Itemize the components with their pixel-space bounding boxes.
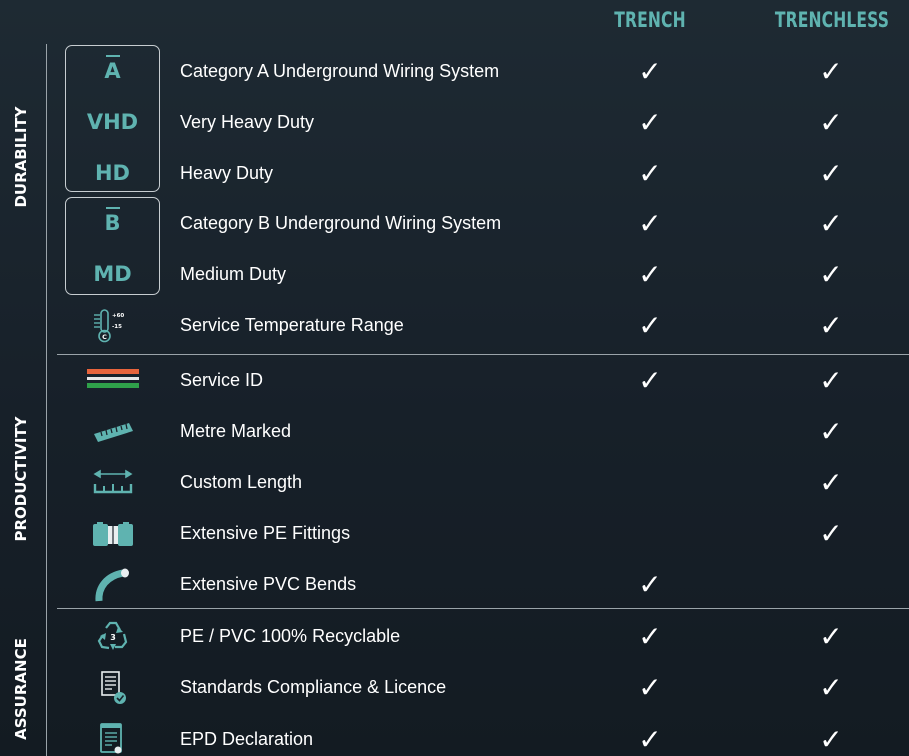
trenchless-check-icon: ✓ <box>819 207 843 240</box>
thermometer-icon: C +60 -15 <box>85 308 141 344</box>
row-label: Category B Underground Wiring System <box>180 213 502 233</box>
trench-check-icon: ✓ <box>638 258 662 291</box>
trench-check-icon: ✓ <box>638 568 662 601</box>
table-row: Service ID ✓ ✓ <box>0 355 909 406</box>
svg-text:3: 3 <box>110 633 116 642</box>
table-row: HD Heavy Duty ✓ ✓ <box>0 148 909 199</box>
duty-code-text: MD <box>93 262 132 286</box>
table-row: Custom Length ✓ <box>0 457 909 508</box>
recycle-icon: 3 <box>85 619 141 655</box>
row-label: Custom Length <box>180 472 303 492</box>
ruler-icon <box>85 414 141 450</box>
pvc-bend-icon <box>85 567 141 603</box>
service-id-stripes-icon <box>85 363 141 399</box>
trenchless-check-icon: ✓ <box>819 517 843 550</box>
table-row: C +60 -15 Service Temperature Range ✓ ✓ <box>0 300 909 351</box>
column-header-trenchless: TRENCHLESS <box>774 8 890 32</box>
duty-code-badge: B <box>65 198 160 249</box>
trench-check-icon: ✓ <box>638 207 662 240</box>
trench-check-icon: ✓ <box>638 671 662 704</box>
table-row: VHD Very Heavy Duty ✓ ✓ <box>0 97 909 148</box>
duty-code-badge: MD <box>65 249 160 300</box>
trenchless-check-icon: ✓ <box>819 671 843 704</box>
duty-code-text: HD <box>94 161 130 185</box>
row-label: Heavy Duty <box>180 163 274 183</box>
trenchless-check-icon: ✓ <box>819 723 843 756</box>
trench-check-icon: ✓ <box>638 620 662 653</box>
trench-check-icon: ✓ <box>638 364 662 397</box>
trenchless-check-icon: ✓ <box>819 415 843 448</box>
table-row: Standards Compliance & Licence ✓ ✓ <box>0 662 909 713</box>
trenchless-check-icon: ✓ <box>819 466 843 499</box>
table-row: Metre Marked ✓ <box>0 406 909 457</box>
duty-code-badge: A <box>65 46 160 97</box>
table-row: EPD Declaration ✓ ✓ <box>0 714 909 756</box>
pe-fitting-icon <box>85 516 141 552</box>
trench-check-icon: ✓ <box>638 106 662 139</box>
row-label: Standards Compliance & Licence <box>180 677 447 697</box>
certificate-document-icon <box>85 670 141 706</box>
row-label: Service Temperature Range <box>180 315 404 335</box>
table-row: B Category B Underground Wiring System ✓ ✓ <box>0 198 909 249</box>
row-label: PE / PVC 100% Recyclable <box>180 626 401 646</box>
trench-check-icon: ✓ <box>638 309 662 342</box>
duty-code-text: B <box>104 211 121 235</box>
table-row: 3 PE / PVC 100% Recyclable ✓ ✓ <box>0 611 909 662</box>
row-label: Service ID <box>180 370 264 390</box>
row-label: Medium Duty <box>180 264 287 284</box>
trenchless-check-icon: ✓ <box>819 106 843 139</box>
table-row: MD Medium Duty ✓ ✓ <box>0 249 909 300</box>
overline-bar <box>106 207 120 209</box>
row-label: EPD Declaration <box>180 729 314 749</box>
svg-text:+60: +60 <box>112 313 124 319</box>
trenchless-check-icon: ✓ <box>819 157 843 190</box>
trenchless-check-icon: ✓ <box>819 55 843 88</box>
row-label: Category A Underground Wiring System <box>180 61 500 81</box>
epd-document-icon <box>85 722 141 756</box>
svg-text:-15: -15 <box>112 324 122 330</box>
row-label: Extensive PVC Bends <box>180 574 357 594</box>
trench-check-icon: ✓ <box>638 55 662 88</box>
row-label: Extensive PE Fittings <box>180 523 351 543</box>
column-header-trench: TRENCH <box>614 8 686 32</box>
custom-length-icon <box>85 465 141 501</box>
row-label: Metre Marked <box>180 421 292 441</box>
svg-text:C: C <box>102 333 107 341</box>
table-row: Extensive PVC Bends ✓ <box>0 559 909 610</box>
overline-bar <box>106 55 120 57</box>
trenchless-check-icon: ✓ <box>819 364 843 397</box>
trench-check-icon: ✓ <box>638 157 662 190</box>
trench-check-icon: ✓ <box>638 723 662 756</box>
duty-code-badge: HD <box>65 148 160 199</box>
trenchless-check-icon: ✓ <box>819 620 843 653</box>
duty-code-text: VHD <box>86 110 139 134</box>
row-label: Very Heavy Duty <box>180 112 315 132</box>
table-row: Extensive PE Fittings ✓ <box>0 508 909 559</box>
duty-code-text: A <box>104 59 121 83</box>
duty-code-badge: VHD <box>65 97 160 148</box>
trenchless-check-icon: ✓ <box>819 309 843 342</box>
trenchless-check-icon: ✓ <box>819 258 843 291</box>
table-row: A Category A Underground Wiring System ✓ ✓ <box>0 46 909 97</box>
